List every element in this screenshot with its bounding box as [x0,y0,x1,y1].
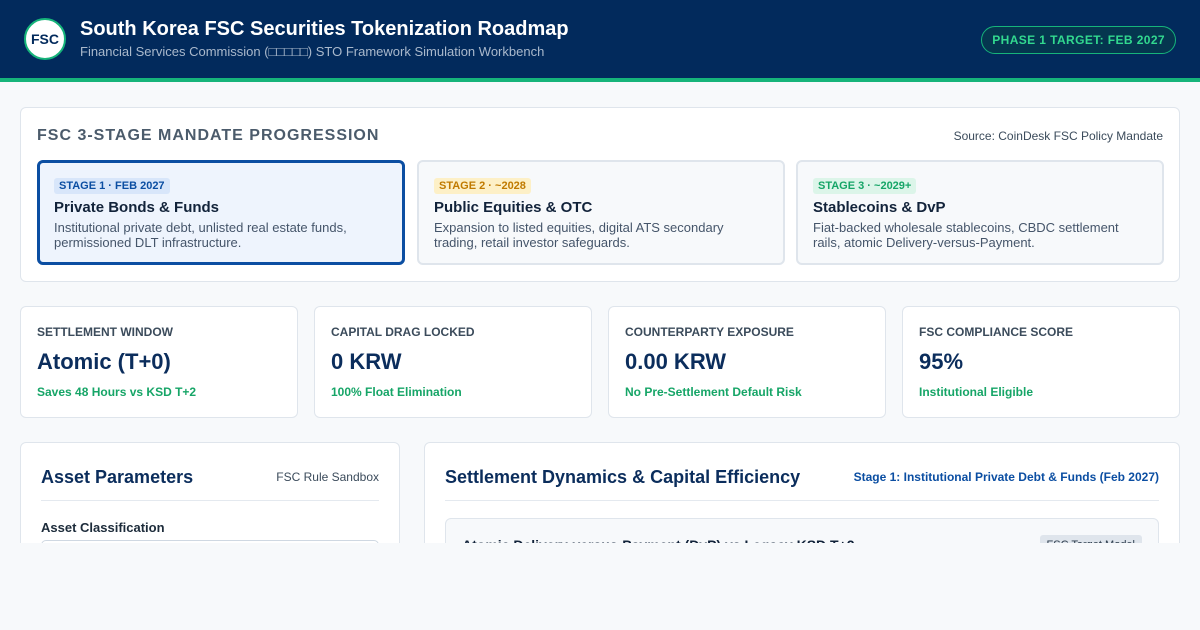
page-title: South Korea FSC Securities Tokenization … [80,18,569,40]
metric-note: No Pre-Settlement Default Risk [625,385,802,399]
stage-tag: STAGE 1 · FEB 2027 [54,178,170,194]
metric-value: 0.00 KRW [625,349,727,374]
dynamics-stage-label: Stage 1: Institutional Private Debt & Fu… [853,470,1159,484]
stage-tag: STAGE 3 · ~2029+ [813,178,917,194]
mandate-title: FSC 3-STAGE MANDATE PROGRESSION [37,127,380,144]
metric-value: 0 KRW [331,349,402,374]
mandate-panel: FSC 3-STAGE MANDATE PROGRESSION Source: … [20,107,1180,282]
stage-name: Stablecoins & DvP [813,199,946,216]
stage-tag: STAGE 2 · ~2028 [434,178,531,194]
page-bottom-background [0,543,1200,630]
metric-note: Saves 48 Hours vs KSD T+2 [37,385,197,399]
metric-label: FSC COMPLIANCE SCORE [919,325,1074,339]
metric-label: COUNTERPARTY EXPOSURE [625,325,794,339]
stage-card-3[interactable]: STAGE 3 · ~2029+ Stablecoins & DvP Fiat-… [796,160,1164,265]
stage-name: Public Equities & OTC [434,199,593,216]
page-subtitle: Financial Services Commission (□□□□□) ST… [80,44,545,59]
metric-value: Atomic (T+0) [37,349,171,374]
stage-card-2[interactable]: STAGE 2 · ~2028 Public Equities & OTC Ex… [417,160,785,265]
stage-description: Institutional private debt, unlisted rea… [54,220,347,250]
metric-value: 95% [919,349,964,374]
app-header: FSC South Korea FSC Securities Tokenizat… [0,0,1200,82]
metric-card-compliance: FSC COMPLIANCE SCORE 95% Institutional E… [902,306,1180,418]
params-title: Asset Parameters [41,467,194,487]
header-text: South Korea FSC Securities Tokenization … [80,17,569,61]
asset-classification-label: Asset Classification [41,520,165,535]
metric-label: SETTLEMENT WINDOW [37,325,173,339]
params-sandbox-label: FSC Rule Sandbox [276,470,379,484]
mandate-source: Source: CoinDesk FSC Policy Mandate [953,129,1163,143]
stage-description: Expansion to listed equities, digital AT… [434,220,724,250]
metric-label: CAPITAL DRAG LOCKED [331,325,475,339]
metric-card-counterparty: COUNTERPARTY EXPOSURE 0.00 KRW No Pre-Se… [608,306,886,418]
metric-note: Institutional Eligible [919,385,1033,399]
stage-name: Private Bonds & Funds [54,199,220,216]
fsc-logo: FSC [24,18,66,60]
metric-note: 100% Float Elimination [331,385,462,399]
divider [41,500,379,501]
phase-target-badge: PHASE 1 TARGET: FEB 2027 [981,26,1176,54]
metric-card-settlement: SETTLEMENT WINDOW Atomic (T+0) Saves 48 … [20,306,298,418]
metric-card-capital-drag: CAPITAL DRAG LOCKED 0 KRW 100% Float Eli… [314,306,592,418]
divider [445,500,1159,501]
stage-description: Fiat-backed wholesale stablecoins, CBDC … [813,220,1119,250]
dynamics-title: Settlement Dynamics & Capital Efficiency [445,467,801,487]
stage-card-1[interactable]: STAGE 1 · FEB 2027 Private Bonds & Funds… [37,160,405,265]
